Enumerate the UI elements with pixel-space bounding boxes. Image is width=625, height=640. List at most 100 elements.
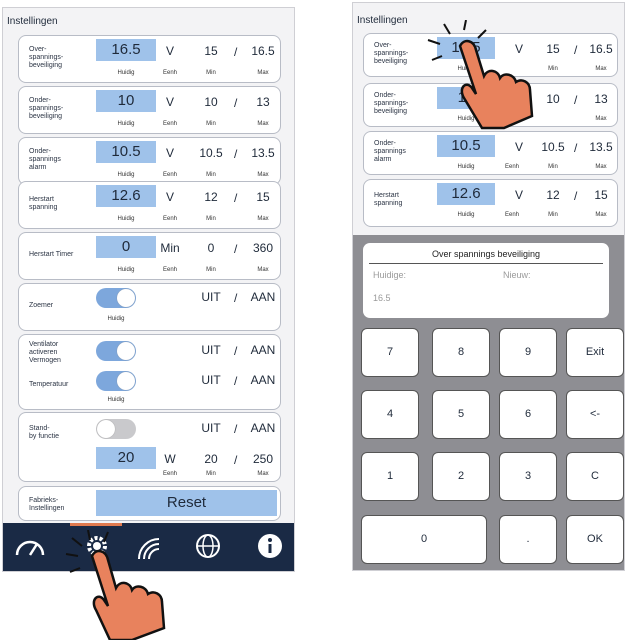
sub-huidig: Huidig: [107, 316, 125, 322]
slash: /: [574, 141, 578, 155]
key-exit[interactable]: Exit: [566, 328, 624, 377]
setting-row-onderspanning: Onder- spannings- beveiliging 10 V 10 / …: [363, 83, 618, 127]
settings-screen-left: Instellingen Over- spannings- beveiligin…: [2, 7, 295, 572]
value-field[interactable]: 0: [96, 236, 156, 258]
max-value: 13: [594, 92, 608, 106]
sub-max: Max: [595, 116, 607, 122]
unit-text: V: [514, 140, 523, 154]
reset-button[interactable]: Reset: [96, 490, 277, 516]
new-value-field[interactable]: [503, 288, 599, 306]
standby-value-field[interactable]: 20: [96, 447, 156, 469]
key-2[interactable]: 2: [432, 452, 490, 501]
slash: /: [234, 374, 238, 388]
info-icon[interactable]: [253, 531, 287, 561]
unit-text: V: [165, 146, 174, 160]
globe-icon[interactable]: [191, 531, 225, 561]
value-field[interactable]: 12.6: [437, 183, 495, 205]
key-0[interactable]: 0: [361, 515, 487, 564]
setting-row-zoemer: Zoemer UIT / AAN Huidig: [18, 283, 281, 331]
slash: /: [574, 189, 578, 203]
key-5[interactable]: 5: [432, 390, 490, 439]
key-backspace[interactable]: <-: [566, 390, 624, 439]
max-value: 13.5: [251, 146, 275, 160]
sub-min: Min: [206, 121, 216, 127]
sub-max: Max: [257, 121, 269, 127]
setting-row-alarm: Onder- spannings alarm 10.5 V 10.5 / 13.…: [363, 131, 618, 175]
value-field[interactable]: 16.5: [437, 37, 495, 59]
min-value: 10.5: [541, 140, 565, 154]
key-ok[interactable]: OK: [566, 515, 624, 564]
off-label: UIT: [201, 290, 221, 304]
sub-min: Min: [206, 267, 216, 273]
gauge-icon[interactable]: [13, 531, 47, 561]
key-6[interactable]: 6: [499, 390, 557, 439]
unit-text: V: [514, 188, 523, 202]
key-9[interactable]: 9: [499, 328, 557, 377]
setting-row-onderspanning: Onder- spannings- beveiliging 10 V 10 / …: [18, 86, 281, 134]
value-field[interactable]: 16.5: [96, 39, 156, 61]
sub-min: Min: [548, 212, 558, 218]
tab-bar: [3, 523, 294, 571]
key-3[interactable]: 3: [499, 452, 557, 501]
slash: /: [234, 45, 238, 59]
on-label: AAN: [250, 373, 276, 387]
sub-huidig: Huidig: [457, 116, 475, 122]
sub-max: Max: [595, 212, 607, 218]
sub-min: Min: [206, 471, 216, 477]
on-label: AAN: [250, 343, 276, 357]
slash: /: [234, 422, 238, 436]
value-field[interactable]: 10.5: [96, 141, 156, 163]
sub-huidig: Huidig: [457, 164, 475, 170]
key-clear[interactable]: C: [566, 452, 624, 501]
sub-huidig: Huidig: [107, 397, 125, 403]
vermogen-toggle[interactable]: [96, 341, 136, 361]
sub-eenh: Eenh: [162, 471, 177, 477]
setting-row-fabrieks: Fabrieks- Instellingen Reset: [18, 486, 281, 521]
sub-huidig: Huidig: [117, 121, 135, 127]
sub-min: Min: [206, 70, 216, 76]
key-dot[interactable]: .: [499, 515, 557, 564]
value-field[interactable]: 10.5: [437, 135, 495, 157]
sub-min: Min: [206, 216, 216, 222]
slash: /: [234, 291, 238, 305]
current-value: 16.5: [373, 293, 391, 303]
slash: /: [234, 453, 238, 467]
setting-row-overspanning: Over- spannings- beveiliging 16.5 V 15 /…: [363, 33, 618, 77]
value-field[interactable]: 10: [437, 87, 495, 109]
value-field[interactable]: 10: [96, 90, 156, 112]
sub-eenh: Eenh: [162, 216, 177, 222]
key-8[interactable]: 8: [432, 328, 490, 377]
zoemer-toggle[interactable]: [96, 288, 136, 308]
row-label-temperatuur: Temperatuur: [29, 381, 69, 388]
unit-text: V: [514, 42, 523, 56]
key-1[interactable]: 1: [361, 452, 419, 501]
sub-max: Max: [257, 172, 269, 178]
min-value: 10.5: [199, 146, 223, 160]
sub-max: Max: [257, 70, 269, 76]
key-7[interactable]: 7: [361, 328, 419, 377]
max-value: 13.5: [589, 140, 613, 154]
sub-eenh: Eenh: [162, 172, 177, 178]
sub-min: Min: [548, 164, 558, 170]
setting-row-standby: Stand- by functie UIT / AAN 20 W 20 / 25…: [18, 412, 281, 482]
off-label: UIT: [201, 373, 221, 387]
value-field[interactable]: 12.6: [96, 185, 156, 207]
max-value: 13: [256, 95, 270, 109]
key-4[interactable]: 4: [361, 390, 419, 439]
edit-dialog: Over spannings beveiliging Huidige: Nieu…: [363, 243, 609, 318]
temperatuur-toggle[interactable]: [96, 371, 136, 391]
sub-eenh: Eenh: [504, 164, 519, 170]
slash: /: [234, 191, 238, 205]
off-label: UIT: [201, 421, 221, 435]
standby-toggle[interactable]: [96, 419, 136, 439]
sub-huidig: Huidig: [117, 267, 135, 273]
numeric-keypad: Over spannings beveiliging Huidige: Nieu…: [353, 235, 624, 570]
setting-row-ventilator: Ventilator activeren Vermogen Temperatuu…: [18, 334, 281, 410]
slash: /: [234, 242, 238, 256]
unit-text: W: [164, 452, 176, 466]
gear-icon[interactable]: [80, 531, 114, 561]
signal-icon[interactable]: [133, 531, 167, 561]
page-title: Instellingen: [7, 16, 58, 27]
min-value: 10: [546, 92, 560, 106]
min-value: 15: [204, 44, 218, 58]
